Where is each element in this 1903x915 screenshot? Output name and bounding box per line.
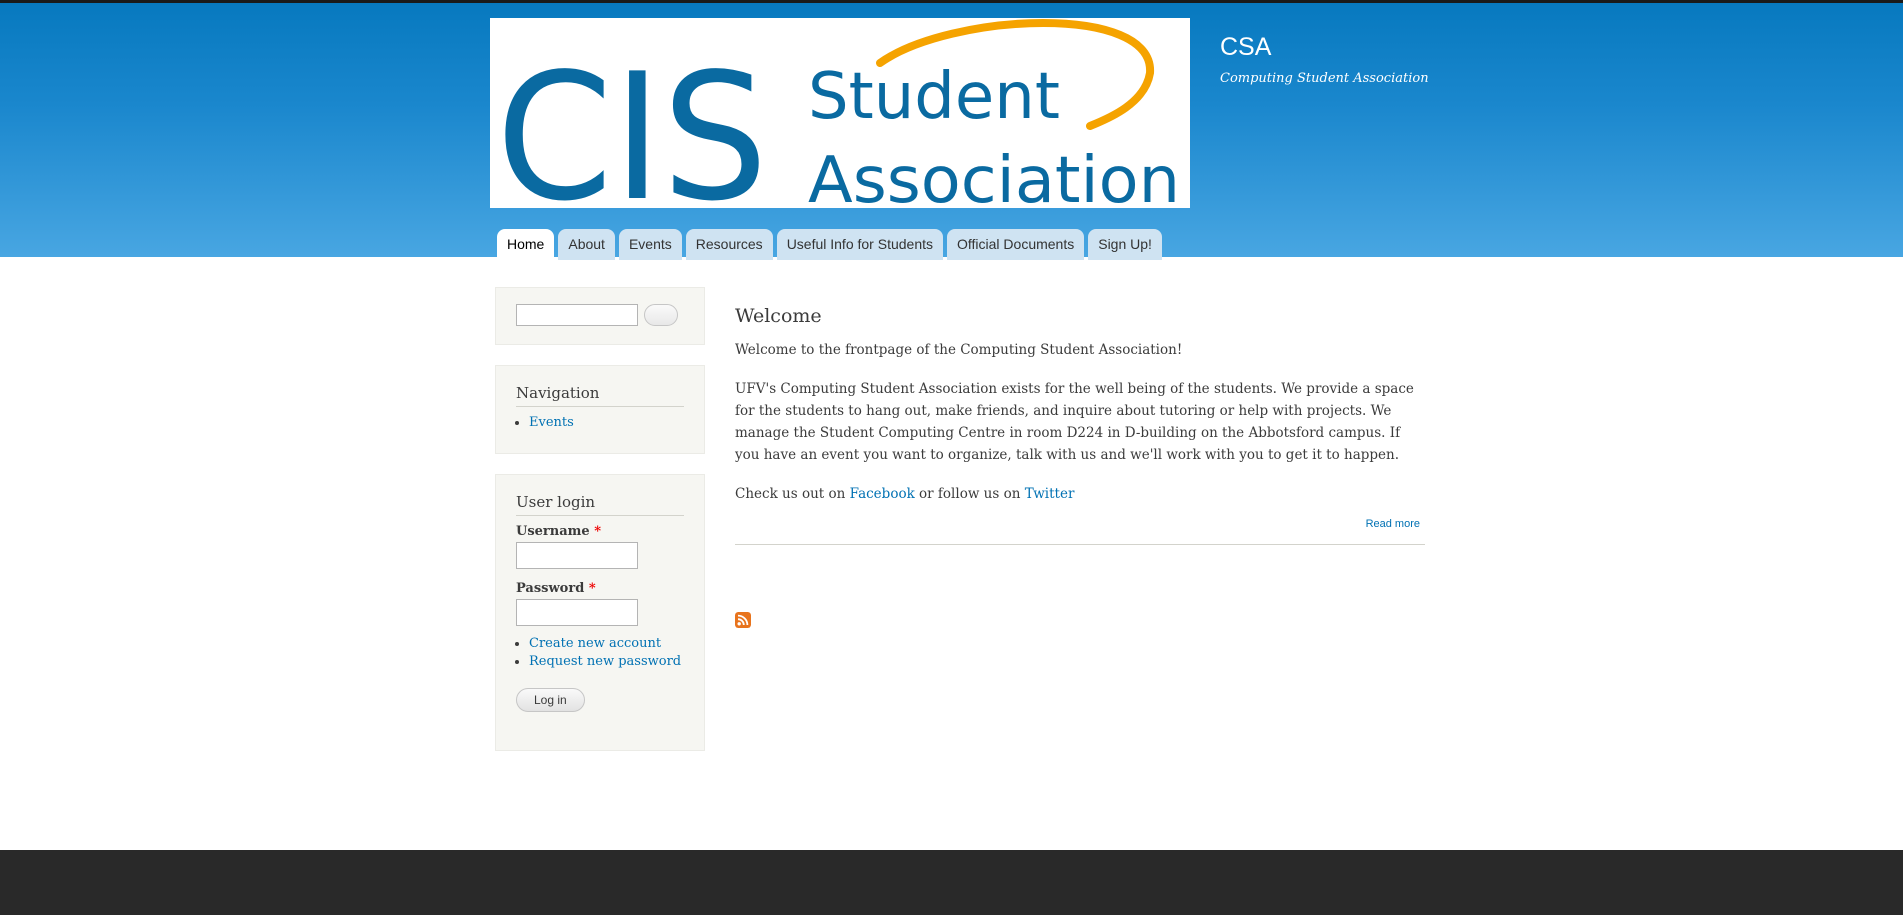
page-title[interactable]: Welcome [735,305,1425,327]
sidebar: Navigation Events User login Username * … [495,287,705,771]
search-input[interactable] [516,304,638,326]
navigation-link-events[interactable]: Events [529,415,574,430]
social-text-middle: or follow us on [914,486,1025,502]
username-field[interactable] [516,542,638,569]
password-field[interactable] [516,599,638,626]
menu-item-events[interactable]: Events [618,229,682,260]
facebook-link[interactable]: Facebook [850,486,915,502]
navigation-block: Navigation Events [495,365,705,454]
rss-icon-graphic [735,612,751,628]
search-block [495,287,705,345]
login-links: Create new account Request new password [516,636,684,669]
menu-item-home[interactable]: Home [497,229,555,260]
social-text-prefix: Check us out on [735,486,850,502]
required-marker: * [588,581,596,596]
site-header: CIS Student Association CSA Computing St… [0,0,1903,260]
logo-student-text: Student [808,60,1060,134]
logo-cis-text: CIS [496,37,768,208]
about-paragraph: UFV's Computing Student Association exis… [735,381,1414,463]
user-login-block: User login Username * Password * Create … [495,474,705,751]
content-divider [735,544,1425,545]
login-link-item: Request new password [529,654,684,669]
menu-item-useful-info[interactable]: Useful Info for Students [776,229,943,260]
navigation-list: Events [516,415,684,430]
menu-item-official-documents[interactable]: Official Documents [947,229,1085,260]
search-form [516,304,684,326]
create-account-link[interactable]: Create new account [529,636,661,651]
twitter-link[interactable]: Twitter [1025,486,1075,502]
required-marker: * [594,524,602,539]
password-label: Password * [516,581,684,596]
site-name[interactable]: CSA [1220,33,1271,62]
social-paragraph: Check us out on Facebook or follow us on… [735,483,1425,505]
main-menu: Home About Events Resources Useful Info … [497,229,1162,260]
site-slogan: Computing Student Association [1220,71,1429,86]
navigation-title: Navigation [516,384,684,407]
main-content: Welcome Welcome to the frontpage of the … [735,305,1425,545]
navigation-item-events: Events [529,415,684,430]
rss-feed-icon[interactable] [735,612,751,628]
request-password-link[interactable]: Request new password [529,654,681,669]
login-link-item: Create new account [529,636,684,651]
menu-item-resources[interactable]: Resources [685,229,773,260]
search-button[interactable] [644,304,678,326]
username-label: Username * [516,524,684,539]
menu-item-sign-up[interactable]: Sign Up! [1088,229,1162,260]
logo-association-text: Association [808,144,1180,208]
username-label-text: Username [516,524,590,539]
read-more-link[interactable]: Read more [1366,518,1420,530]
read-more-container: Read more [735,518,1425,530]
menu-item-about[interactable]: About [558,229,615,260]
user-login-title: User login [516,493,684,516]
site-logo[interactable]: CIS Student Association [490,18,1190,208]
site-footer [0,850,1903,915]
intro-paragraph: Welcome to the frontpage of the Computin… [735,342,1183,358]
log-in-button[interactable]: Log in [516,688,585,712]
password-label-text: Password [516,581,585,596]
logo-graphic: CIS Student Association [496,19,1180,208]
